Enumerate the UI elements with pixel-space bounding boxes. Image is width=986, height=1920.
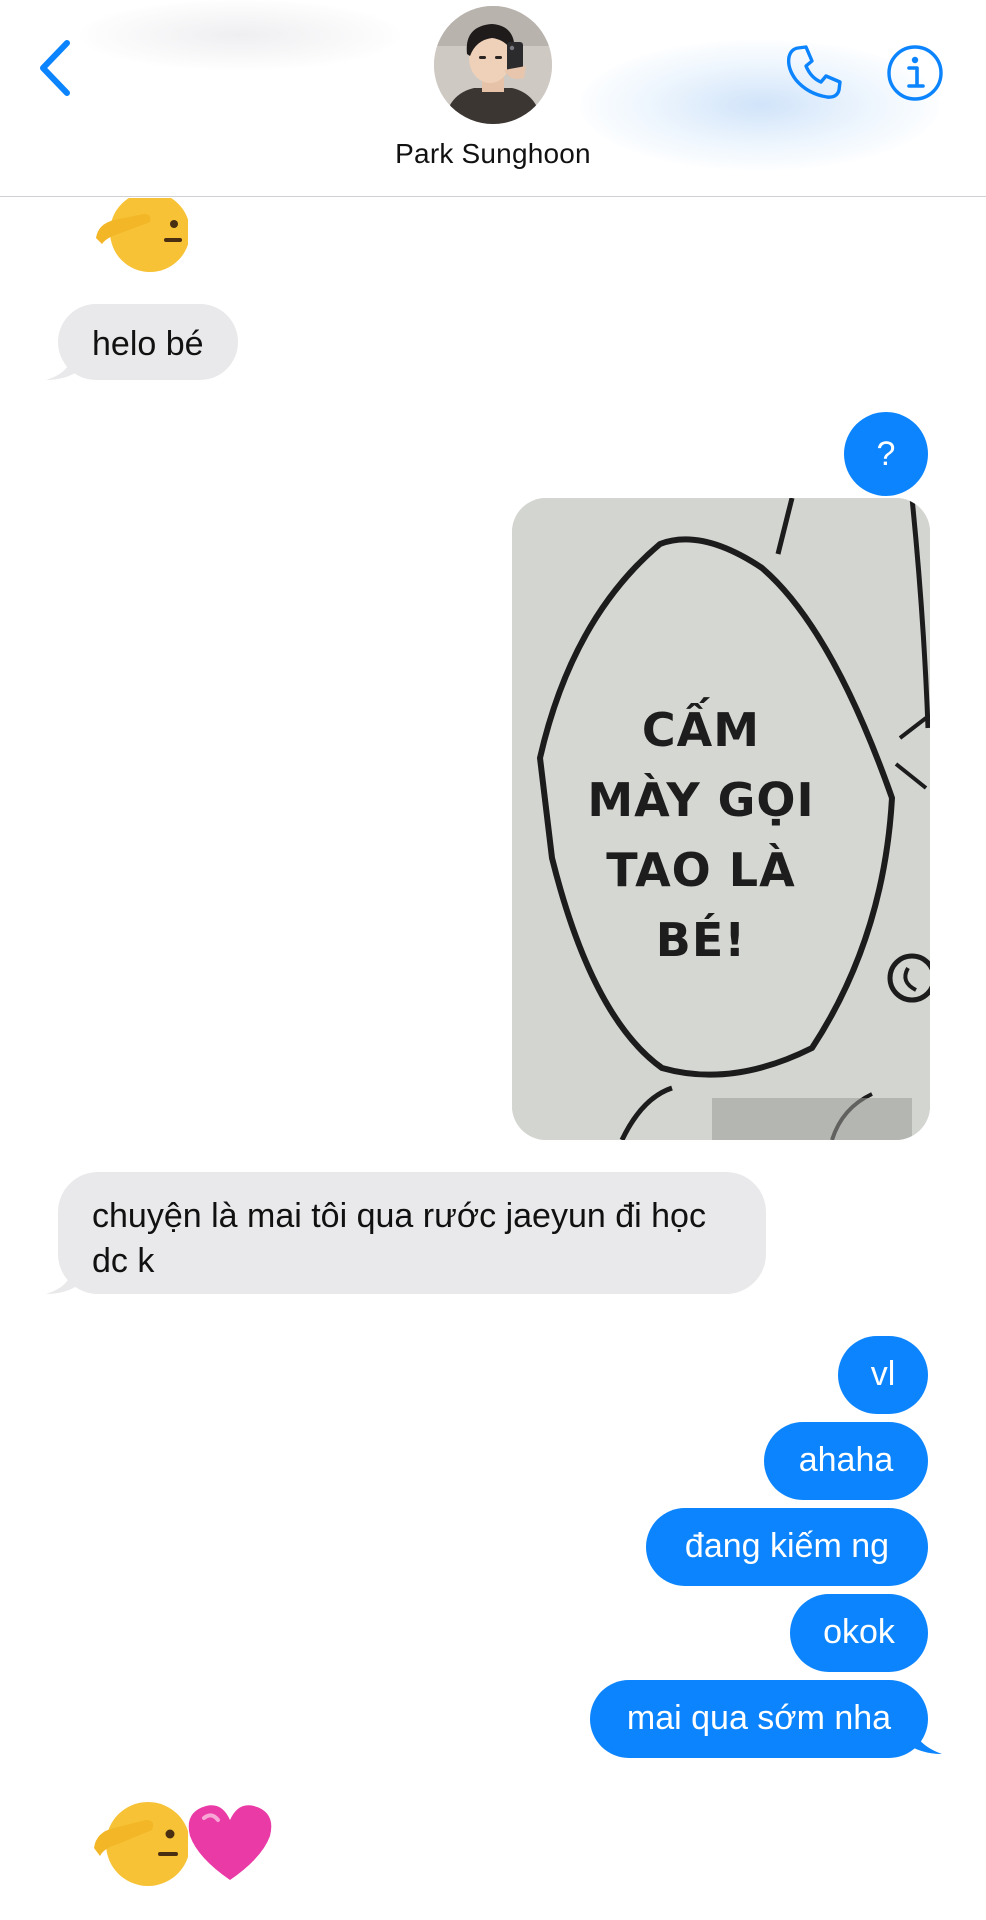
message-text: vl: [870, 1355, 896, 1393]
header-blur-left: [80, 0, 400, 70]
message-text: chuyện là mai tôi qua rước jaeyun đi học…: [92, 1197, 706, 1280]
message-text: okok: [823, 1613, 895, 1651]
outgoing-message-bubble[interactable]: đang kiếm ng: [646, 1508, 928, 1586]
outgoing-message-bubble[interactable]: vl: [838, 1336, 928, 1414]
chevron-left-icon: [40, 40, 70, 96]
outgoing-bubble-tail: [904, 1722, 942, 1754]
message-text: mai qua sớm nha: [626, 1699, 892, 1737]
outgoing-message-bubble[interactable]: mai qua sớm nha: [590, 1680, 928, 1758]
outgoing-message-bubble[interactable]: okok: [790, 1594, 928, 1672]
incoming-bubble-tail: [46, 1266, 80, 1294]
incoming-message-bubble[interactable]: chuyện là mai tôi qua rước jaeyun đi học…: [58, 1172, 766, 1294]
avatar-photo: [434, 6, 552, 124]
info-button[interactable]: [884, 42, 946, 104]
back-button[interactable]: [30, 36, 80, 100]
message-text: ahaha: [798, 1441, 894, 1479]
phone-icon: [786, 45, 842, 99]
message-text: đang kiếm ng: [684, 1527, 890, 1565]
info-icon: [887, 45, 943, 101]
contact-avatar[interactable]: [434, 6, 552, 124]
saluting-face-emoji: [94, 1802, 188, 1886]
outgoing-message-bubble[interactable]: ?: [844, 412, 928, 496]
incoming-message-bubble[interactable]: helo bé: [58, 304, 238, 380]
message-text: helo bé: [92, 325, 204, 363]
audio-call-button[interactable]: [782, 40, 846, 104]
manga-panel-image: [512, 498, 930, 1140]
conversation-header: Park Sunghoon: [0, 0, 986, 197]
message-text: ?: [876, 435, 896, 473]
outgoing-message-bubble[interactable]: ahaha: [764, 1422, 928, 1500]
pink-heart-emoji: [188, 1805, 272, 1880]
contact-name[interactable]: Park Sunghoon: [0, 138, 986, 170]
image-message[interactable]: CẤM MÀY GỌI TAO LÀ BÉ!: [512, 498, 930, 1140]
incoming-bubble-tail: [46, 352, 80, 380]
saluting-face-emoji: [96, 198, 188, 272]
